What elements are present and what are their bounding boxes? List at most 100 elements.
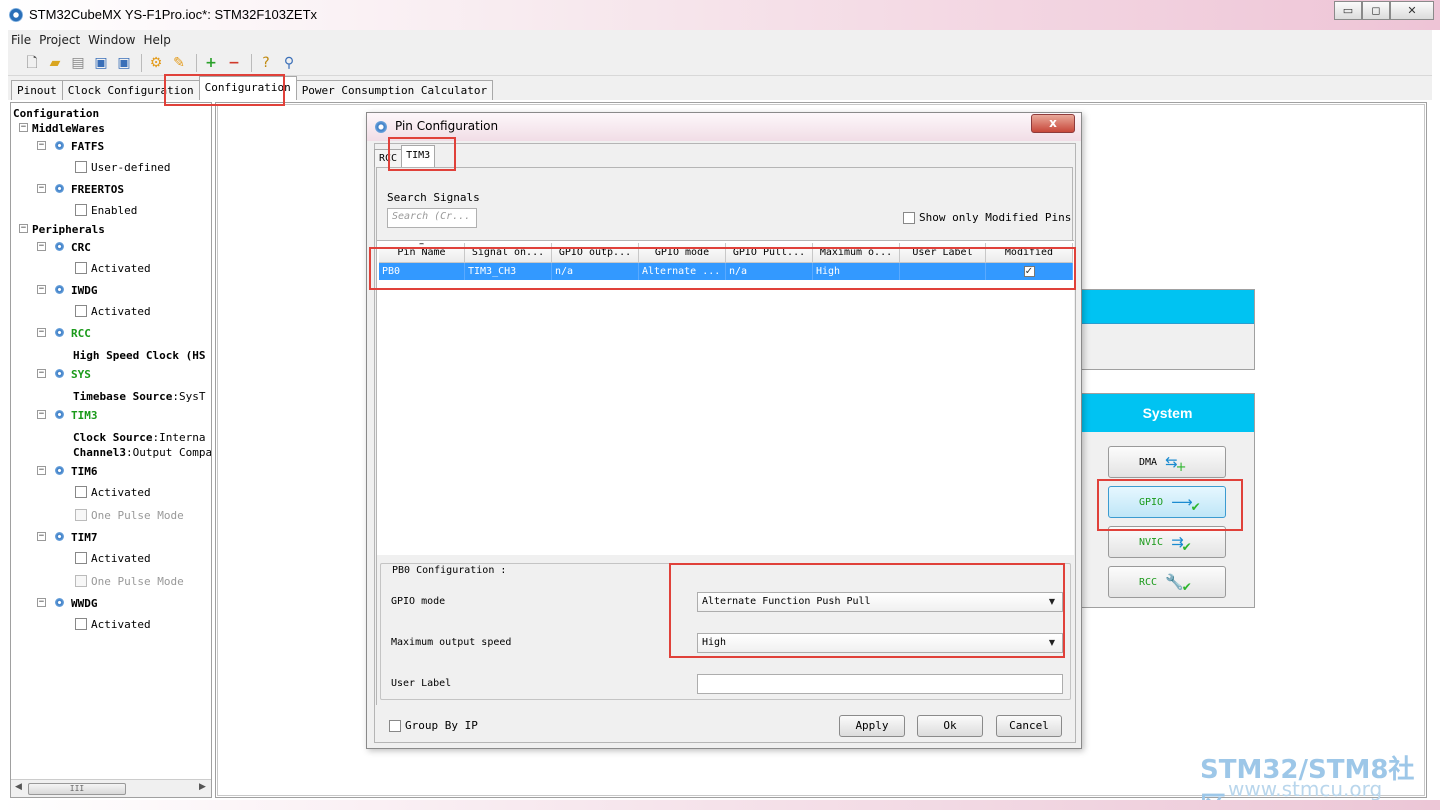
collapse-toggle[interactable]: −: [37, 285, 46, 294]
rcc-button[interactable]: RCC 🔧 ✔: [1108, 566, 1226, 598]
tim6-activated-checkbox[interactable]: [75, 486, 87, 498]
generate-code-icon[interactable]: ⚙: [148, 55, 164, 71]
menu-help[interactable]: Help: [143, 33, 170, 47]
tim3-clock-source-setting: Clock Source:Interna: [73, 431, 205, 444]
modified-checkbox[interactable]: ✓: [1023, 265, 1035, 277]
tree-tim7[interactable]: TIM7: [71, 531, 98, 544]
window-controls: ▭ ◻ ✕: [1334, 1, 1434, 20]
crc-activated-checkbox[interactable]: [75, 262, 87, 274]
report-icon[interactable]: ✎: [171, 55, 187, 71]
tree-sys[interactable]: SYS: [71, 368, 91, 381]
tree-root-configuration[interactable]: Configuration: [13, 107, 99, 120]
collapse-toggle[interactable]: −: [37, 184, 46, 193]
menu-window[interactable]: Window: [88, 33, 135, 47]
tree-iwdg[interactable]: IWDG: [71, 284, 98, 297]
col-pin-name[interactable]: ▲Pin Name: [379, 243, 465, 263]
help-icon[interactable]: ?: [258, 55, 274, 71]
scrollbar-thumb[interactable]: III: [28, 783, 126, 795]
tab-configuration[interactable]: Configuration: [198, 76, 297, 100]
group-by-ip-label: Group By IP: [405, 719, 478, 732]
col-signal[interactable]: Signal on...: [465, 243, 552, 263]
fatfs-user-defined-checkbox[interactable]: [75, 161, 87, 173]
node-icon: [55, 141, 64, 150]
tab-pinout[interactable]: Pinout: [11, 80, 63, 100]
tree-tim6[interactable]: TIM6: [71, 465, 98, 478]
clock-source-value: :Interna: [152, 431, 206, 444]
dialog-close-button[interactable]: x: [1031, 114, 1075, 133]
table-row[interactable]: PB0 TIM3_CH3 n/a Alternate ... n/a High …: [379, 263, 1073, 280]
collapse-toggle[interactable]: −: [37, 598, 46, 607]
col-gpio-output[interactable]: GPIO outp...: [552, 243, 639, 263]
cell-gpio-mode: Alternate ...: [639, 263, 726, 280]
dma-button[interactable]: DMA ⇆ +: [1108, 446, 1226, 478]
zoom-out-icon[interactable]: −: [226, 55, 242, 71]
toolbar-separator: [251, 53, 252, 72]
tree-freertos[interactable]: FREERTOS: [71, 183, 124, 196]
system-panel-title: System: [1081, 394, 1254, 432]
tim6-one-pulse-checkbox: [75, 509, 87, 521]
collapse-toggle[interactable]: −: [19, 123, 28, 132]
maximize-button[interactable]: ◻: [1362, 1, 1390, 20]
collapse-toggle[interactable]: −: [37, 242, 46, 251]
chevron-down-icon[interactable]: ▼: [1044, 636, 1060, 650]
copy-icon[interactable]: ▤: [70, 55, 86, 71]
col-modified[interactable]: Modified: [986, 243, 1073, 263]
menu-file[interactable]: File: [11, 33, 31, 47]
tab-clock-configuration[interactable]: Clock Configuration: [61, 80, 200, 100]
collapse-toggle[interactable]: −: [19, 224, 28, 233]
collapse-toggle[interactable]: −: [37, 369, 46, 378]
check-icon: ✔: [1181, 540, 1192, 554]
open-folder-icon[interactable]: ▰: [47, 55, 63, 71]
tree-horizontal-scrollbar[interactable]: ◀ III ▶: [11, 779, 211, 797]
freertos-enabled-checkbox[interactable]: [75, 204, 87, 216]
collapse-toggle[interactable]: −: [37, 466, 46, 475]
tree-tim3[interactable]: TIM3: [71, 409, 98, 422]
node-icon: [55, 532, 64, 541]
gpio-button[interactable]: GPIO ⟶ ✔: [1108, 486, 1226, 518]
group-by-ip-checkbox[interactable]: [389, 719, 401, 732]
scroll-left-icon[interactable]: ◀: [15, 782, 22, 792]
tab-rcc[interactable]: RCC: [374, 149, 403, 167]
save-icon[interactable]: ▣: [93, 55, 109, 71]
save-as-icon[interactable]: ▣: [116, 55, 132, 71]
close-window-button[interactable]: ✕: [1390, 1, 1434, 20]
tree-middlewares[interactable]: MiddleWares: [32, 122, 105, 135]
minimize-button[interactable]: ▭: [1334, 1, 1362, 20]
user-label-input[interactable]: [697, 674, 1063, 694]
tab-power-consumption[interactable]: Power Consumption Calculator: [295, 80, 494, 100]
tree-peripherals[interactable]: Peripherals: [32, 223, 105, 236]
col-user-label[interactable]: User Label: [900, 243, 986, 263]
iwdg-activated-checkbox[interactable]: [75, 305, 87, 317]
scroll-right-icon[interactable]: ▶: [199, 782, 206, 792]
gpio-mode-select[interactable]: Alternate Function Push Pull ▼: [697, 592, 1063, 612]
tab-tim3[interactable]: TIM3: [401, 145, 436, 167]
tree-fatfs[interactable]: FATFS: [71, 140, 104, 153]
tree-rcc[interactable]: RCC: [71, 327, 91, 340]
show-modified-checkbox[interactable]: [903, 211, 915, 224]
collapse-toggle[interactable]: −: [37, 532, 46, 541]
col-gpio-pull[interactable]: GPIO Pull...: [726, 243, 813, 263]
collapse-toggle[interactable]: −: [37, 141, 46, 150]
show-modified-pins[interactable]: Show only Modified Pins: [903, 211, 1071, 224]
max-speed-select[interactable]: High ▼: [697, 633, 1063, 653]
ok-button[interactable]: Ok: [917, 715, 983, 737]
new-project-icon[interactable]: 🗋: [24, 55, 40, 71]
col-max-speed[interactable]: Maximum o...: [813, 243, 900, 263]
group-by-ip[interactable]: Group By IP: [389, 719, 478, 732]
tree-crc[interactable]: CRC: [71, 241, 91, 254]
nvic-button[interactable]: NVIC ⇉ ✔: [1108, 526, 1226, 558]
menu-project[interactable]: Project: [39, 33, 80, 47]
apply-button[interactable]: Apply: [839, 715, 905, 737]
zoom-in-icon[interactable]: +: [203, 55, 219, 71]
tree-wwdg[interactable]: WWDG: [71, 597, 98, 610]
tim7-activated-checkbox[interactable]: [75, 552, 87, 564]
rcc-hse-setting: High Speed Clock (HS: [73, 349, 206, 362]
collapse-toggle[interactable]: −: [37, 328, 46, 337]
wwdg-activated-checkbox[interactable]: [75, 618, 87, 630]
search-signals-input[interactable]: Search (Cr...: [387, 208, 477, 228]
col-gpio-mode[interactable]: GPIO mode: [639, 243, 726, 263]
chevron-down-icon[interactable]: ▼: [1044, 595, 1060, 609]
cancel-button[interactable]: Cancel: [996, 715, 1062, 737]
search-icon[interactable]: ⚲: [281, 55, 297, 71]
collapse-toggle[interactable]: −: [37, 410, 46, 419]
